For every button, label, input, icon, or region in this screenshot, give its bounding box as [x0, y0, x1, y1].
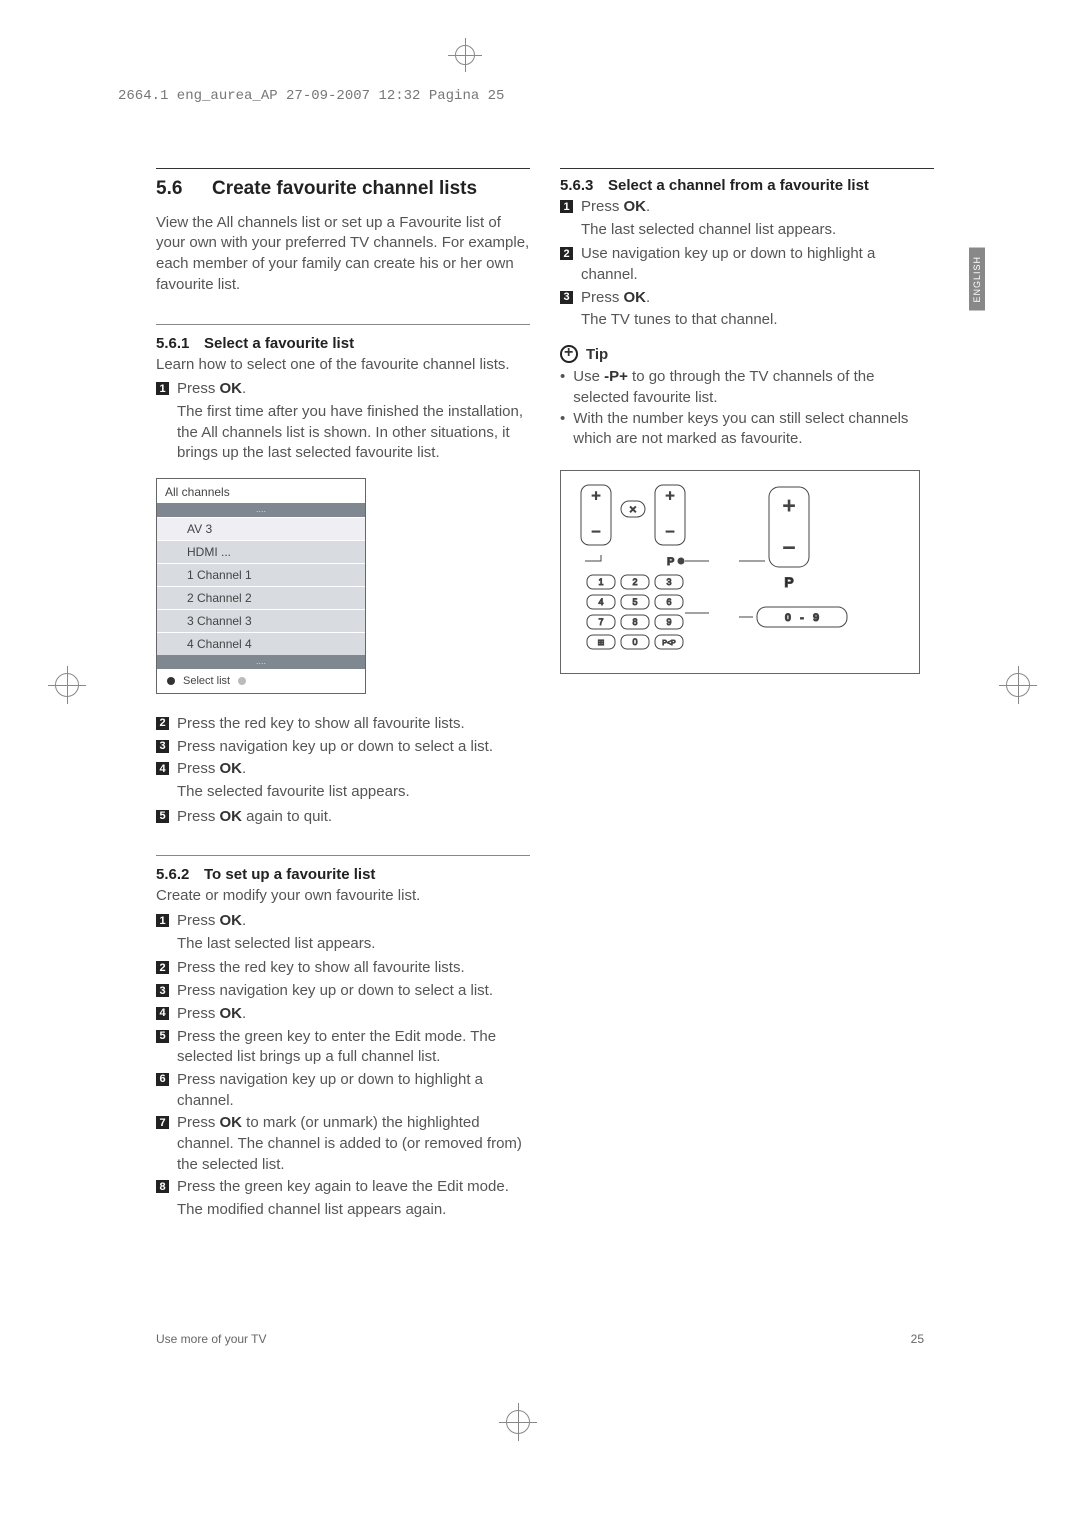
svg-text:P<P: P<P: [662, 640, 676, 647]
svg-text:0: 0: [632, 637, 637, 647]
svg-text:9: 9: [666, 617, 671, 627]
svg-text:P: P: [667, 556, 674, 568]
subsection-heading: 5.6.1Select a favourite list: [156, 335, 530, 352]
green-dot-icon: [238, 677, 246, 685]
step-item: 6Press navigation key up or down to high…: [156, 1070, 530, 1111]
step-item: 5Press OK again to quit.: [156, 807, 530, 828]
step-item: 1Press OK.: [560, 197, 934, 218]
tip-bullet: With the number keys you can still selec…: [560, 409, 934, 450]
registration-mark: [506, 1410, 530, 1434]
step-item: 3Press navigation key up or down to sele…: [156, 981, 530, 1002]
step-item: 3Press navigation key up or down to sele…: [156, 737, 530, 758]
remote-illustration: + − ✕ + − P 1 2 3 4 5 6 7: [560, 470, 920, 674]
section-intro: View the All channels list or set up a F…: [156, 213, 530, 296]
registration-mark: [455, 45, 475, 65]
svg-text:P: P: [784, 574, 793, 590]
print-header: 2664.1 eng_aurea_AP 27-09-2007 12:32 Pag…: [118, 88, 504, 104]
svg-text:+: +: [665, 488, 674, 505]
subsection-intro: Learn how to select one of the favourite…: [156, 355, 530, 376]
remote-right-svg: + − P 0 - 9: [739, 483, 889, 653]
svg-text:1: 1: [598, 577, 603, 587]
page-number: 25: [911, 1332, 924, 1346]
step-item: 8Press the green key again to leave the …: [156, 1177, 530, 1198]
subsection-intro: Create or modify your own favourite list…: [156, 886, 530, 907]
svg-text:⊞: ⊞: [598, 638, 605, 647]
registration-mark: [55, 673, 79, 697]
step-item: 5Press the green key to enter the Edit m…: [156, 1027, 530, 1068]
step-item: 2Press the red key to show all favourite…: [156, 958, 530, 979]
svg-text:0 - 9: 0 - 9: [785, 612, 819, 624]
subsection-heading: 5.6.2To set up a favourite list: [156, 866, 530, 883]
svg-text:4: 4: [598, 597, 603, 607]
step-item: 4Press OK.: [156, 759, 530, 780]
svg-text:3: 3: [666, 577, 671, 587]
language-tab: ENGLISH: [969, 248, 985, 311]
step-item: 4Press OK.: [156, 1004, 530, 1025]
subsection-heading: 5.6.3Select a channel from a favourite l…: [560, 177, 934, 194]
step-result: The last selected channel list appears.: [581, 220, 934, 241]
svg-text:✕: ✕: [629, 505, 637, 516]
footer-text: Use more of your TV: [156, 1332, 266, 1346]
step-item: 3Press OK.: [560, 288, 934, 309]
step-result: The last selected list appears.: [177, 934, 530, 955]
svg-text:5: 5: [632, 597, 637, 607]
step-item: 2Use navigation key up or down to highli…: [560, 244, 934, 285]
step-item: 7Press OK to mark (or unmark) the highli…: [156, 1113, 530, 1175]
remote-left-svg: + − ✕ + − P 1 2 3 4 5 6 7: [579, 483, 709, 653]
svg-text:8: 8: [632, 617, 637, 627]
red-dot-icon: [167, 677, 175, 685]
step-result: The first time after you have finished t…: [177, 402, 530, 464]
svg-text:−: −: [591, 524, 600, 541]
svg-text:2: 2: [632, 577, 637, 587]
registration-mark: [1006, 673, 1030, 697]
step-result: The modified channel list appears again.: [177, 1200, 530, 1221]
svg-text:+: +: [783, 493, 796, 518]
section-heading: 5.6 Create favourite channel lists: [156, 177, 530, 201]
step-result: The selected favourite list appears.: [177, 782, 530, 803]
step-item: 1Press OK.: [156, 911, 530, 932]
tip-icon: [560, 345, 578, 363]
step-result: The TV tunes to that channel.: [581, 310, 934, 331]
svg-text:6: 6: [666, 597, 671, 607]
channel-list-illustration: All channels .... AV 3 HDMI ... 1 Channe…: [156, 478, 366, 694]
svg-text:7: 7: [598, 617, 603, 627]
tip-bullet: Use -P+ to go through the TV channels of…: [560, 367, 934, 408]
svg-text:−: −: [783, 535, 796, 560]
step-item: 2Press the red key to show all favourite…: [156, 714, 530, 735]
svg-text:−: −: [665, 524, 674, 541]
step-item: 1 Press OK.: [156, 379, 530, 400]
tip-label: Tip: [586, 346, 608, 363]
svg-text:+: +: [591, 488, 600, 505]
